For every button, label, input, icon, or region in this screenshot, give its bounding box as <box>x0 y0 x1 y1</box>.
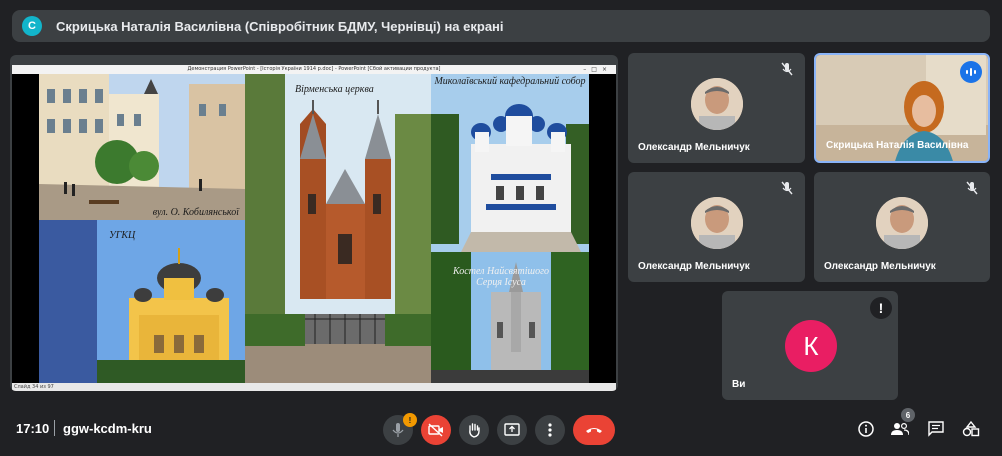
more-vert-icon <box>548 423 552 437</box>
self-avatar: К <box>785 320 837 372</box>
participant-avatar <box>876 197 928 249</box>
self-tile[interactable]: К ! Ви <box>722 291 898 400</box>
clock: 17:10 <box>16 421 50 436</box>
hang-up-icon <box>586 428 602 433</box>
caption-sacred-heart: Костел Найсвятішого Серця Ісуса <box>453 266 549 288</box>
speaking-indicator-icon <box>960 61 982 83</box>
photo-kobylianska-street: вул. О. Кобилянської <box>39 74 245 220</box>
presenter-banner: С Скрицька Наталія Василівна (Співробітн… <box>12 10 990 42</box>
presenter-banner-text: Скрицька Наталія Василівна (Співробітник… <box>56 18 504 34</box>
more-options-button[interactable] <box>535 415 565 445</box>
chat-button[interactable] <box>925 418 947 440</box>
participant-tile[interactable]: Олександр Мельничук <box>628 53 805 163</box>
camera-off-icon <box>428 423 443 437</box>
window-controls-icon: –□× <box>583 66 612 73</box>
participant-tile[interactable]: Олександр Мельничук <box>814 172 990 282</box>
presentation-slide: вул. О. Кобилянської УГКЦ Вірменська цер… <box>39 74 589 383</box>
info-icon <box>858 421 874 437</box>
powerpoint-titlebar: Демонстрация PowerPoint - [Історія Украї… <box>12 65 616 74</box>
participant-tile[interactable]: Олександр Мельничук <box>628 172 805 282</box>
mic-warning-badge: ! <box>403 413 417 427</box>
bottom-toolbar: 17:10 ggw-kcdm-kru ! 6 <box>0 400 1002 456</box>
participant-tile-active-speaker[interactable]: Скрицька Наталія Василівна <box>814 53 990 163</box>
caption-armenian-church: Вірменська церква <box>295 84 374 95</box>
divider <box>54 420 55 436</box>
photo-ugcc: УГКЦ <box>39 220 245 383</box>
raise-hand-button[interactable] <box>459 415 489 445</box>
mic-off-icon <box>779 180 795 196</box>
photo-sacred-heart: Костел Найсвятішого Серця Ісуса <box>431 252 589 383</box>
present-screen-button[interactable] <box>497 415 527 445</box>
people-icon <box>891 422 909 436</box>
mic-off-icon <box>964 180 980 196</box>
presenter-avatar: С <box>22 16 42 36</box>
powerpoint-title: Демонстрация PowerPoint - [Історія Украї… <box>187 66 441 72</box>
participant-avatar <box>690 78 743 130</box>
caption-nicholas-cathedral: Миколаївський кафедральний собор <box>434 76 586 87</box>
hand-icon <box>469 423 480 438</box>
participant-name: Скрицька Наталія Василівна <box>826 140 969 151</box>
powerpoint-window: Демонстрация PowerPoint - [Історія Украї… <box>12 65 616 391</box>
people-count-badge: 6 <box>901 408 915 422</box>
photo-nicholas-cathedral: Миколаївський кафедральний собор <box>431 74 589 252</box>
participant-name: Олександр Мельничук <box>824 261 936 272</box>
meeting-code: ggw-kcdm-kru <box>63 421 152 436</box>
participant-avatar <box>690 197 743 249</box>
leave-call-button[interactable] <box>573 415 615 445</box>
caption-kobylianska: вул. О. Кобилянської <box>152 207 239 218</box>
participant-name: Олександр Мельничук <box>638 261 750 272</box>
self-name: Ви <box>732 379 746 390</box>
chat-icon <box>928 421 944 437</box>
powerpoint-statusbar: Слайд 34 из 97 <box>12 383 616 391</box>
mic-icon <box>392 423 404 437</box>
participant-name: Олександр Мельничук <box>638 142 750 153</box>
activities-icon <box>962 421 980 437</box>
meeting-details-button[interactable] <box>855 418 877 440</box>
presentation-tile[interactable]: Демонстрация PowerPoint - [Історія Украї… <box>10 55 618 391</box>
mic-off-icon <box>779 61 795 77</box>
caption-ugcc: УГКЦ <box>109 230 136 241</box>
camera-button[interactable] <box>421 415 451 445</box>
photo-armenian-church: Вірменська церква <box>245 74 431 383</box>
warning-icon: ! <box>870 297 892 319</box>
present-icon <box>504 423 520 436</box>
activities-button[interactable] <box>960 418 982 440</box>
